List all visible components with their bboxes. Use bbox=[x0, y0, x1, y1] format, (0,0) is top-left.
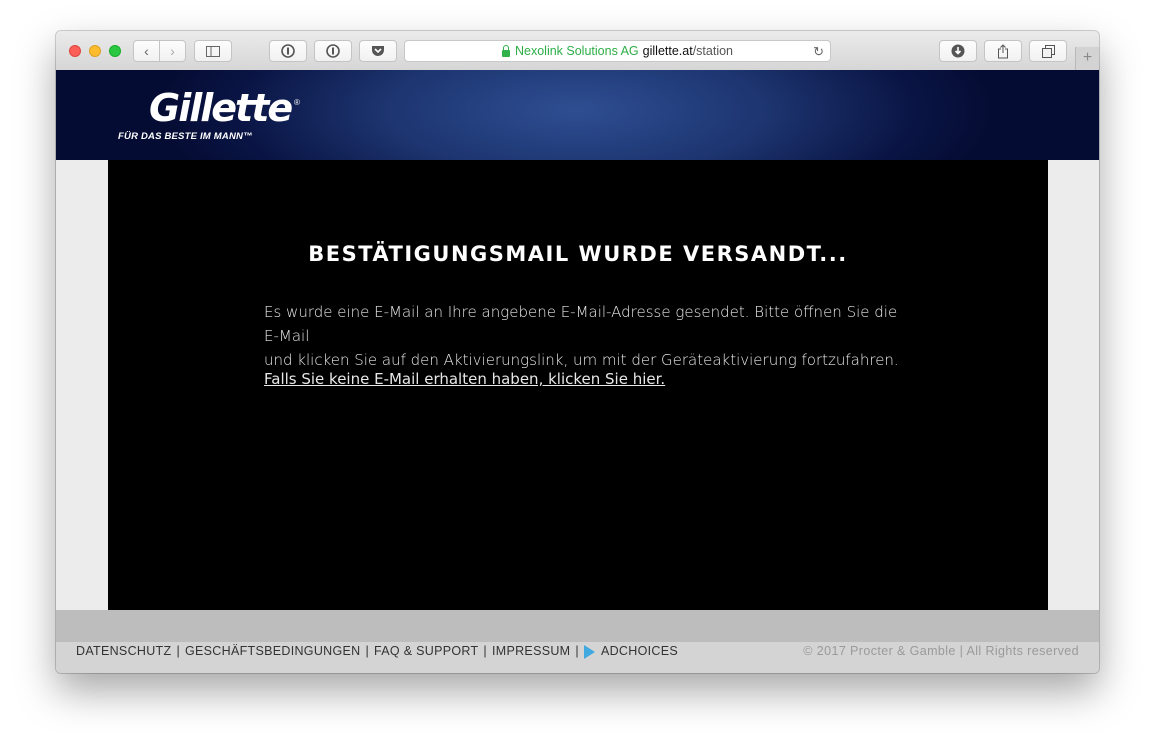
message-line-1: Es wurde eine E-Mail an Ihre angebene E-… bbox=[264, 303, 898, 345]
footer-separator: | bbox=[575, 644, 579, 658]
footer-link-terms[interactable]: GESCHÄFTSBEDINGUNGEN bbox=[185, 644, 360, 658]
url-host: gillette.at bbox=[642, 44, 693, 58]
browser-toolbar: ‹ › Nexolink Solutions AG gillette.at/st… bbox=[56, 31, 1099, 71]
site-footer: DATENSCHUTZ | GESCHÄFTSBEDINGUNGEN | FAQ… bbox=[56, 642, 1099, 673]
footer-links: DATENSCHUTZ | GESCHÄFTSBEDINGUNGEN | FAQ… bbox=[76, 644, 678, 659]
close-window-button[interactable] bbox=[69, 45, 81, 57]
sidebar-icon bbox=[206, 45, 220, 57]
url-path: /station bbox=[692, 44, 734, 58]
ev-certificate-org: Nexolink Solutions AG bbox=[514, 44, 639, 58]
registered-mark: ® bbox=[294, 98, 300, 107]
zoom-window-button[interactable] bbox=[109, 45, 121, 57]
share-icon bbox=[998, 43, 1008, 58]
history-nav: ‹ › bbox=[133, 40, 186, 62]
footer-link-adchoices[interactable]: ADCHOICES bbox=[601, 644, 678, 658]
back-arrow-icon[interactable]: ‹ bbox=[134, 41, 159, 61]
footer-link-faq[interactable]: FAQ & SUPPORT bbox=[374, 644, 478, 658]
site-header: Gillette ® FÜR DAS BESTE IM MANN™ bbox=[56, 70, 1099, 160]
lock-icon bbox=[501, 44, 510, 57]
forward-arrow-icon[interactable]: › bbox=[159, 41, 185, 61]
confirmation-panel: BESTÄTIGUNGSMAIL WURDE VERSANDT... Es wu… bbox=[108, 160, 1048, 610]
message-line-2: und klicken Sie auf den Aktivierungslink… bbox=[264, 351, 899, 369]
downloads-button[interactable] bbox=[939, 40, 977, 62]
adchoices-icon[interactable] bbox=[583, 645, 595, 659]
brand-tagline: FÜR DAS BESTE IM MANN™ bbox=[118, 131, 253, 142]
pocket-button[interactable] bbox=[359, 40, 397, 62]
password-manager-icon bbox=[281, 44, 295, 58]
footer-separator: | bbox=[483, 644, 487, 658]
password-manager-icon bbox=[326, 44, 340, 58]
footer-separator: | bbox=[365, 644, 370, 658]
address-bar[interactable]: Nexolink Solutions AG gillette.at/statio… bbox=[404, 40, 831, 62]
footer-divider-bar bbox=[56, 610, 1099, 642]
brand-logo[interactable]: Gillette bbox=[149, 88, 293, 128]
browser-window: ‹ › Nexolink Solutions AG gillette.at/st… bbox=[56, 31, 1099, 673]
reload-icon[interactable]: ↻ bbox=[813, 44, 824, 60]
page-title: BESTÄTIGUNGSMAIL WURDE VERSANDT... bbox=[308, 242, 848, 266]
footer-link-imprint[interactable]: IMPRESSUM bbox=[492, 644, 570, 658]
footer-link-privacy[interactable]: DATENSCHUTZ bbox=[76, 644, 171, 658]
footer-separator: | bbox=[176, 644, 180, 658]
pocket-icon bbox=[372, 46, 384, 56]
extension-button-2[interactable] bbox=[314, 40, 352, 62]
tabs-icon bbox=[1041, 44, 1055, 58]
minimize-window-button[interactable] bbox=[89, 45, 101, 57]
new-tab-button[interactable]: + bbox=[1075, 47, 1099, 70]
confirmation-message: Es wurde eine E-Mail an Ihre angebene E-… bbox=[264, 300, 904, 372]
extension-button-1[interactable] bbox=[269, 40, 307, 62]
share-button[interactable] bbox=[984, 40, 1022, 62]
download-icon bbox=[951, 44, 965, 58]
copyright-text: © 2017 Procter & Gamble | All Rights res… bbox=[803, 644, 1079, 658]
resend-email-link[interactable]: Falls Sie keine E-Mail erhalten haben, k… bbox=[264, 370, 665, 388]
tabs-overview-button[interactable] bbox=[1029, 40, 1067, 62]
sidebar-toggle-button[interactable] bbox=[194, 40, 232, 62]
